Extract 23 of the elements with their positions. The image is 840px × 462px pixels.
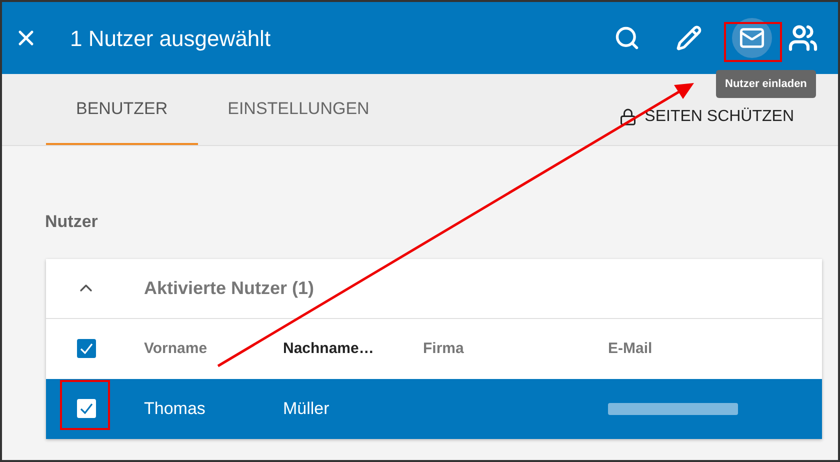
pencil-icon[interactable] — [676, 25, 702, 51]
column-header[interactable]: Nachname… — [283, 340, 374, 356]
highlight-frame — [60, 380, 110, 430]
tab[interactable]: BENUTZER — [46, 75, 198, 145]
checkbox[interactable] — [77, 339, 96, 358]
column-header[interactable]: Firma — [423, 340, 464, 356]
table-cell: Müller — [283, 398, 330, 418]
section-title: Nutzer — [45, 211, 98, 233]
lock-icon — [618, 108, 637, 126]
tab[interactable]: EINSTELLUNGEN — [198, 75, 400, 145]
column-header[interactable]: Vorname — [144, 340, 208, 356]
app-title: 1 Nutzer ausgewählt — [70, 24, 271, 53]
group-title: Aktivierte Nutzer (1) — [144, 276, 314, 300]
highlight-frame — [724, 22, 782, 62]
column-header[interactable]: E-Mail — [608, 340, 652, 356]
table-row[interactable]: Thomas Müller — [46, 378, 822, 438]
check-icon — [80, 403, 93, 414]
search-icon[interactable] — [614, 25, 640, 51]
check-icon — [80, 343, 93, 354]
mail-icon[interactable] — [732, 18, 772, 58]
users-icon[interactable] — [788, 23, 818, 53]
table-cell: Thomas — [144, 398, 206, 418]
tooltip: Nutzer einladen — [716, 70, 816, 98]
